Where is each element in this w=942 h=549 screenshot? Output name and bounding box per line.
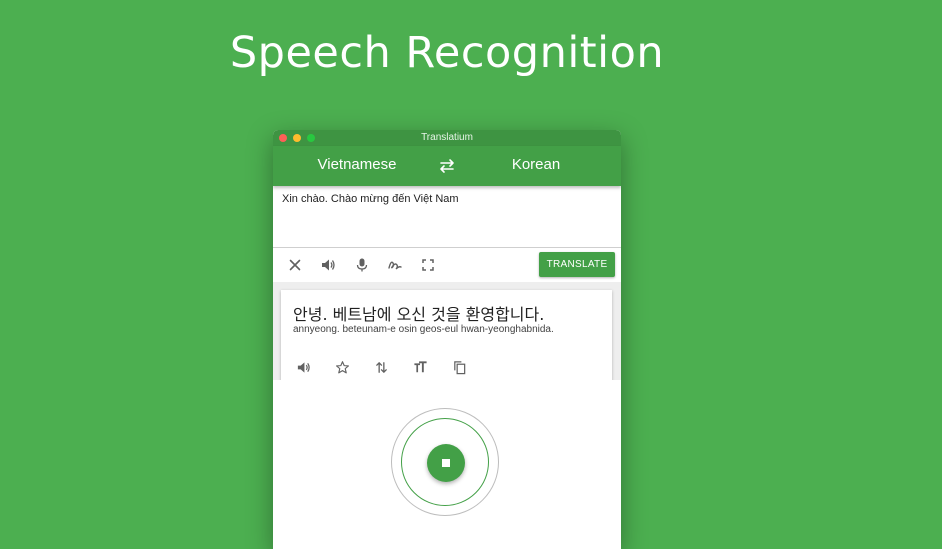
result-area: 안녕. 베트남에 오신 것을 환영합니다. annyeong. beteunam…	[273, 282, 621, 382]
speaker-icon[interactable]	[319, 256, 337, 274]
handwriting-icon[interactable]	[386, 256, 404, 274]
microphone-icon[interactable]	[353, 256, 371, 274]
fullscreen-icon[interactable]	[419, 256, 437, 274]
swap-vertical-icon[interactable]	[372, 358, 390, 376]
speaker-icon[interactable]	[294, 358, 312, 376]
page-headline: Speech Recognition	[229, 28, 665, 78]
app-window: Translatium Vietnamese Korean Xin chào. …	[273, 130, 621, 549]
translated-text: 안녕. 베트남에 오신 것을 환영합니다.	[293, 305, 545, 324]
source-text-input[interactable]: Xin chào. Chào mừng đến Việt Nam	[282, 193, 459, 205]
title-bar[interactable]: Translatium	[273, 130, 621, 146]
close-icon[interactable]	[286, 256, 304, 274]
language-bar: Vietnamese Korean	[273, 146, 621, 186]
result-card: 안녕. 베트남에 오신 것을 환영합니다. annyeong. beteunam…	[281, 290, 612, 382]
stop-icon	[442, 459, 450, 467]
text-size-icon[interactable]	[411, 358, 429, 376]
copy-icon[interactable]	[450, 358, 468, 376]
target-language-selector[interactable]: Korean	[461, 156, 611, 173]
translate-button[interactable]: TRANSLATE	[539, 252, 615, 277]
romanization-text: annyeong. beteunam-e osin geos-eul hwan-…	[293, 324, 554, 335]
stop-recording-button[interactable]	[427, 444, 465, 482]
source-language-selector[interactable]: Vietnamese	[273, 156, 441, 173]
speech-input-panel	[273, 380, 621, 549]
star-icon[interactable]	[333, 358, 351, 376]
input-toolbar: TRANSLATE	[273, 248, 621, 282]
swap-arrows-icon[interactable]	[437, 158, 457, 174]
window-title: Translatium	[421, 132, 473, 143]
